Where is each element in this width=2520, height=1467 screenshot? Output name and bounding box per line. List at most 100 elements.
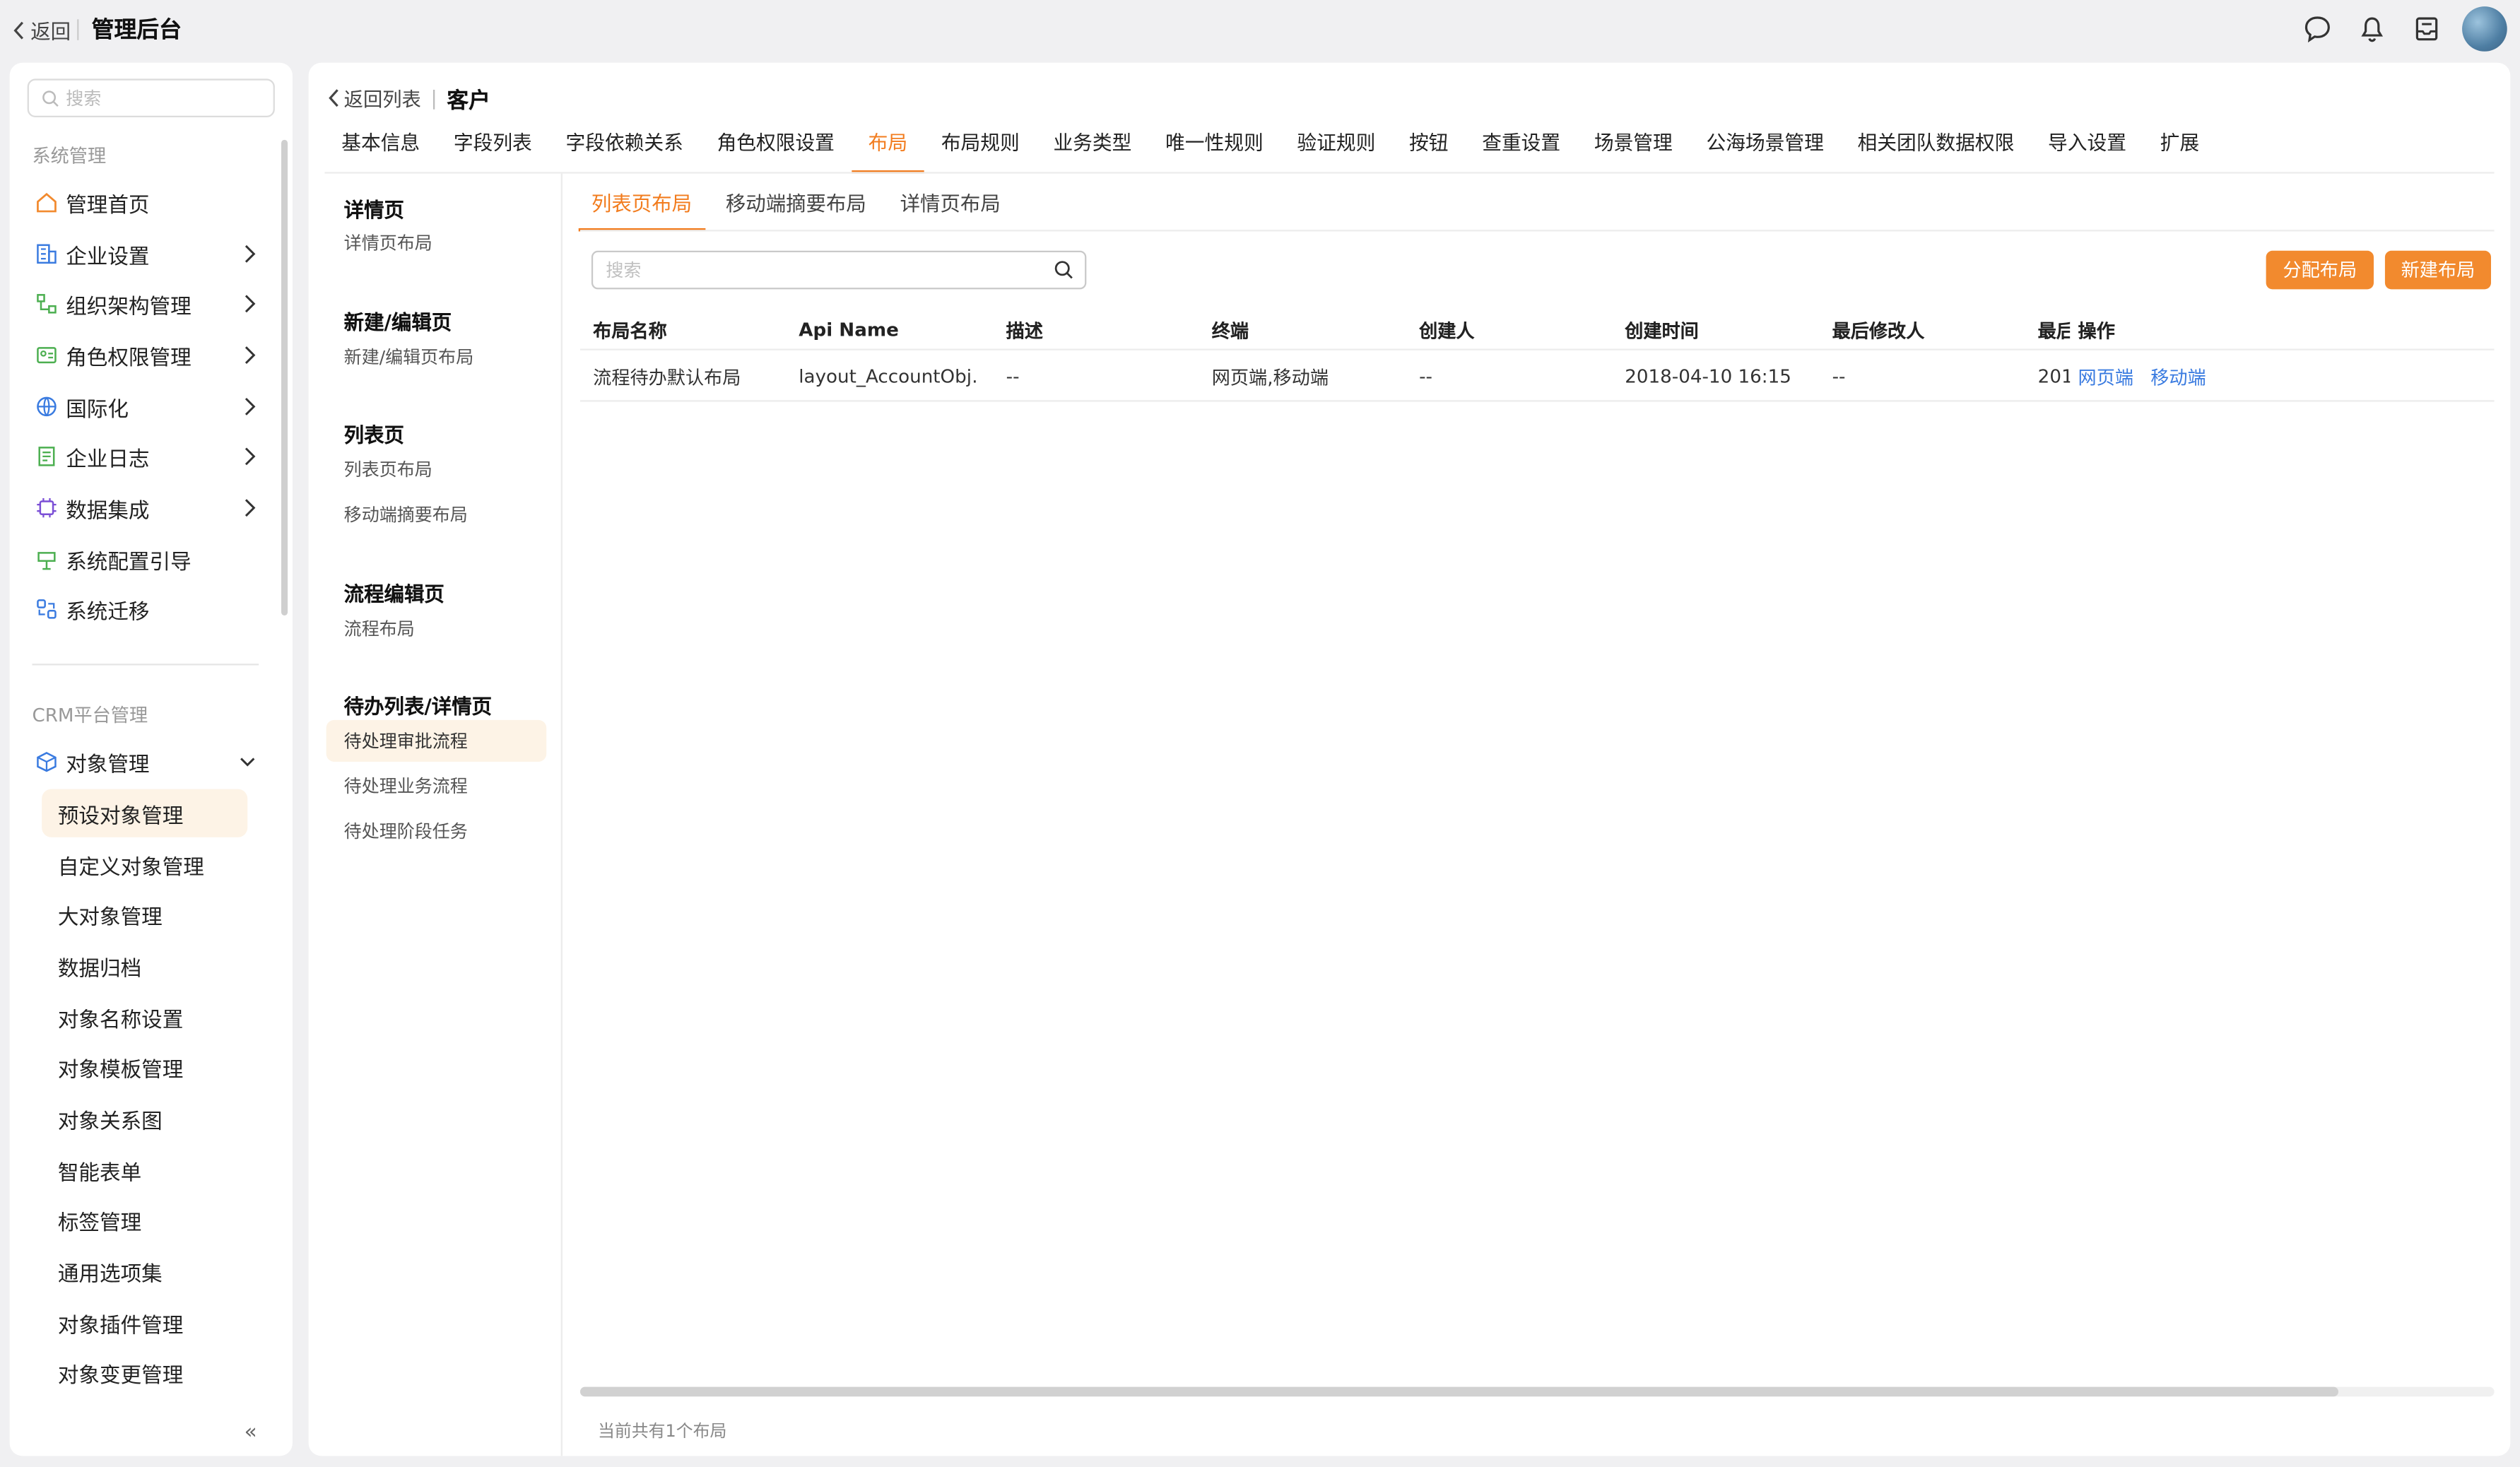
sidebar-subitem[interactable]: 对象插件管理 <box>42 1299 247 1347</box>
guide-icon <box>35 548 58 571</box>
sidebar-item-migrate[interactable]: 系统迁移 <box>35 587 260 632</box>
sidebar-search-input[interactable]: 搜索 <box>27 78 275 118</box>
tab-layout-rules[interactable]: 布局规则 <box>924 124 1037 174</box>
search-icon[interactable] <box>1054 260 1073 279</box>
chevron-right-icon <box>245 397 256 416</box>
chevron-right-icon <box>245 346 256 365</box>
layout-search-input[interactable]: 搜索 <box>591 250 1087 290</box>
sidebar-search-placeholder: 搜索 <box>66 88 102 110</box>
tab-field-dependency[interactable]: 字段依赖关系 <box>549 124 700 174</box>
chevron-right-icon <box>245 499 256 517</box>
cell-terminal: 网页端,移动端 <box>1211 366 1329 389</box>
subtab-mobile-summary[interactable]: 移动端摘要布局 <box>713 174 879 232</box>
col-header: Api Name <box>799 318 899 341</box>
sidebar-subitem[interactable]: 对象名称设置 <box>42 993 247 1041</box>
sidebar-item-label: 数据集成 <box>66 499 150 524</box>
nav-group-title: 流程编辑页 <box>343 582 444 606</box>
tab-team-permission[interactable]: 相关团队数据权限 <box>1841 124 2031 174</box>
sidebar-item-logs[interactable]: 企业日志 <box>35 434 260 479</box>
cell-modifier: -- <box>1832 365 1846 388</box>
sidebar-subitem[interactable]: 标签管理 <box>42 1196 247 1244</box>
tab-scenes[interactable]: 场景管理 <box>1577 124 1690 174</box>
nav-link[interactable]: 待处理业务流程 <box>326 765 547 807</box>
back-button[interactable]: 返回 <box>13 14 71 45</box>
chat-icon[interactable] <box>2302 13 2333 45</box>
sidebar-item-guide[interactable]: 系统配置引导 <box>35 537 260 582</box>
bell-icon[interactable] <box>2356 13 2388 45</box>
main-panel: 返回列表 | 客户 基本信息 字段列表 字段依赖关系 角色权限设置 布局 布局规… <box>308 62 2511 1456</box>
table-horizontal-scrollbar[interactable] <box>579 1386 2495 1397</box>
sidebar-subitem[interactable]: 自定义对象管理 <box>42 840 247 888</box>
new-layout-button[interactable]: 新建布局 <box>2384 250 2492 290</box>
tab-role-permission[interactable]: 角色权限设置 <box>700 124 852 174</box>
sidebar-subitem[interactable]: 数据归档 <box>42 942 247 990</box>
tab-validation[interactable]: 验证规则 <box>1280 124 1393 174</box>
sidebar-subitem[interactable]: 对象模板管理 <box>42 1043 247 1091</box>
layout-subtabs: 列表页布局 移动端摘要布局 详情页布局 <box>578 174 1022 232</box>
tab-extend[interactable]: 扩展 <box>2143 124 2216 174</box>
cell-created: 2018-04-10 16:15 <box>1625 365 1791 388</box>
avatar[interactable] <box>2462 6 2507 52</box>
sidebar-subitem[interactable]: 通用选项集 <box>42 1247 247 1295</box>
sidebar-item-label: 企业设置 <box>66 245 150 269</box>
app-title: 管理后台 <box>91 18 182 44</box>
tab-pool-scenes[interactable]: 公海场景管理 <box>1690 124 1841 174</box>
sidebar-item-integration[interactable]: 数据集成 <box>35 485 260 531</box>
sidebar-subitem[interactable]: 预设对象管理 <box>42 789 248 837</box>
sidebar-subitem[interactable]: 对象关系图 <box>42 1095 247 1143</box>
layout-count: 当前共有1个布局 <box>598 1422 727 1442</box>
separator: | <box>430 86 437 110</box>
col-header: 创建人 <box>1419 319 1475 343</box>
sidebar-item-org[interactable]: 组织架构管理 <box>35 281 260 326</box>
nav-link[interactable]: 新建/编辑页布局 <box>326 336 547 377</box>
back-to-list-link[interactable]: 返回列表 <box>344 84 421 112</box>
tab-business-type[interactable]: 业务类型 <box>1037 124 1149 174</box>
sidebar-item-label: 企业日志 <box>66 447 150 472</box>
edit-mobile-link[interactable]: 移动端 <box>2150 367 2206 389</box>
table-header: 布局名称 Api Name 描述 终端 创建人 创建时间 最后修改人 最后 操作 <box>579 305 2495 350</box>
chevron-right-icon <box>245 295 256 313</box>
collapse-sidebar-button[interactable]: « <box>245 1420 257 1444</box>
search-icon <box>42 90 59 106</box>
sidebar-item-object-mgmt[interactable]: 对象管理 <box>35 739 260 784</box>
table-row[interactable]: 流程待办默认布局 layout_AccountObj… -- 网页端,移动端 -… <box>579 350 2495 402</box>
nav-link[interactable]: 流程布局 <box>326 608 547 649</box>
sidebar-item-home[interactable]: 管理首页 <box>35 180 260 225</box>
divider <box>77 19 79 40</box>
chevron-right-icon <box>245 245 256 263</box>
sidebar-subitem[interactable]: 智能表单 <box>42 1146 247 1194</box>
tab-uniqueness[interactable]: 唯一性规则 <box>1148 124 1280 174</box>
sidebar-item-enterprise[interactable]: 企业设置 <box>35 231 260 276</box>
object-title: 客户 <box>447 88 490 114</box>
subtab-list-layout[interactable]: 列表页布局 <box>578 174 705 232</box>
sidebar-subitem[interactable]: 对象变更管理 <box>42 1348 247 1396</box>
sidebar-item-label: 系统配置引导 <box>66 550 192 575</box>
sidebar-item-roles[interactable]: 角色权限管理 <box>35 333 260 378</box>
breadcrumb: 返回列表 | 客户 <box>328 82 490 114</box>
tab-import[interactable]: 导入设置 <box>2031 124 2143 174</box>
sidebar-item-i18n[interactable]: 国际化 <box>35 384 260 430</box>
tab-field-list[interactable]: 字段列表 <box>437 124 549 174</box>
assign-layout-button[interactable]: 分配布局 <box>2266 250 2374 290</box>
col-header: 描述 <box>1006 319 1043 343</box>
scrollbar-thumb[interactable] <box>579 1386 2338 1397</box>
tab-basic-info[interactable]: 基本信息 <box>324 124 437 174</box>
nav-link[interactable]: 移动端摘要布局 <box>326 493 547 535</box>
subtab-detail-layout[interactable]: 详情页布局 <box>887 174 1013 232</box>
tab-layout[interactable]: 布局 <box>851 124 925 174</box>
sidebar: 搜索 系统管理 管理首页 企业设置 组织架构管理 角色权限管理 国际化 企业日志… <box>9 62 293 1456</box>
cell-name: 流程待办默认布局 <box>593 366 741 389</box>
sidebar-scrollbar[interactable] <box>281 139 288 616</box>
edit-web-link[interactable]: 网页端 <box>2078 367 2133 389</box>
nav-link[interactable]: 待处理审批流程 <box>326 719 547 762</box>
nav-link[interactable]: 列表页布局 <box>326 449 547 490</box>
nav-link[interactable]: 待处理阶段任务 <box>326 810 547 852</box>
tab-buttons[interactable]: 按钮 <box>1392 124 1465 174</box>
chevron-right-icon <box>245 447 256 466</box>
sidebar-subitem[interactable]: 大对象管理 <box>42 890 247 938</box>
app-window: 返回 管理后台 搜索 系统管理 管理首页 企业设置 组织架构管理 角色权限管理 … <box>0 0 2520 1467</box>
search-placeholder: 搜索 <box>606 260 642 281</box>
tab-dedupe[interactable]: 查重设置 <box>1465 124 1577 174</box>
inbox-icon[interactable] <box>2410 13 2442 45</box>
nav-link[interactable]: 详情页布局 <box>326 222 547 264</box>
